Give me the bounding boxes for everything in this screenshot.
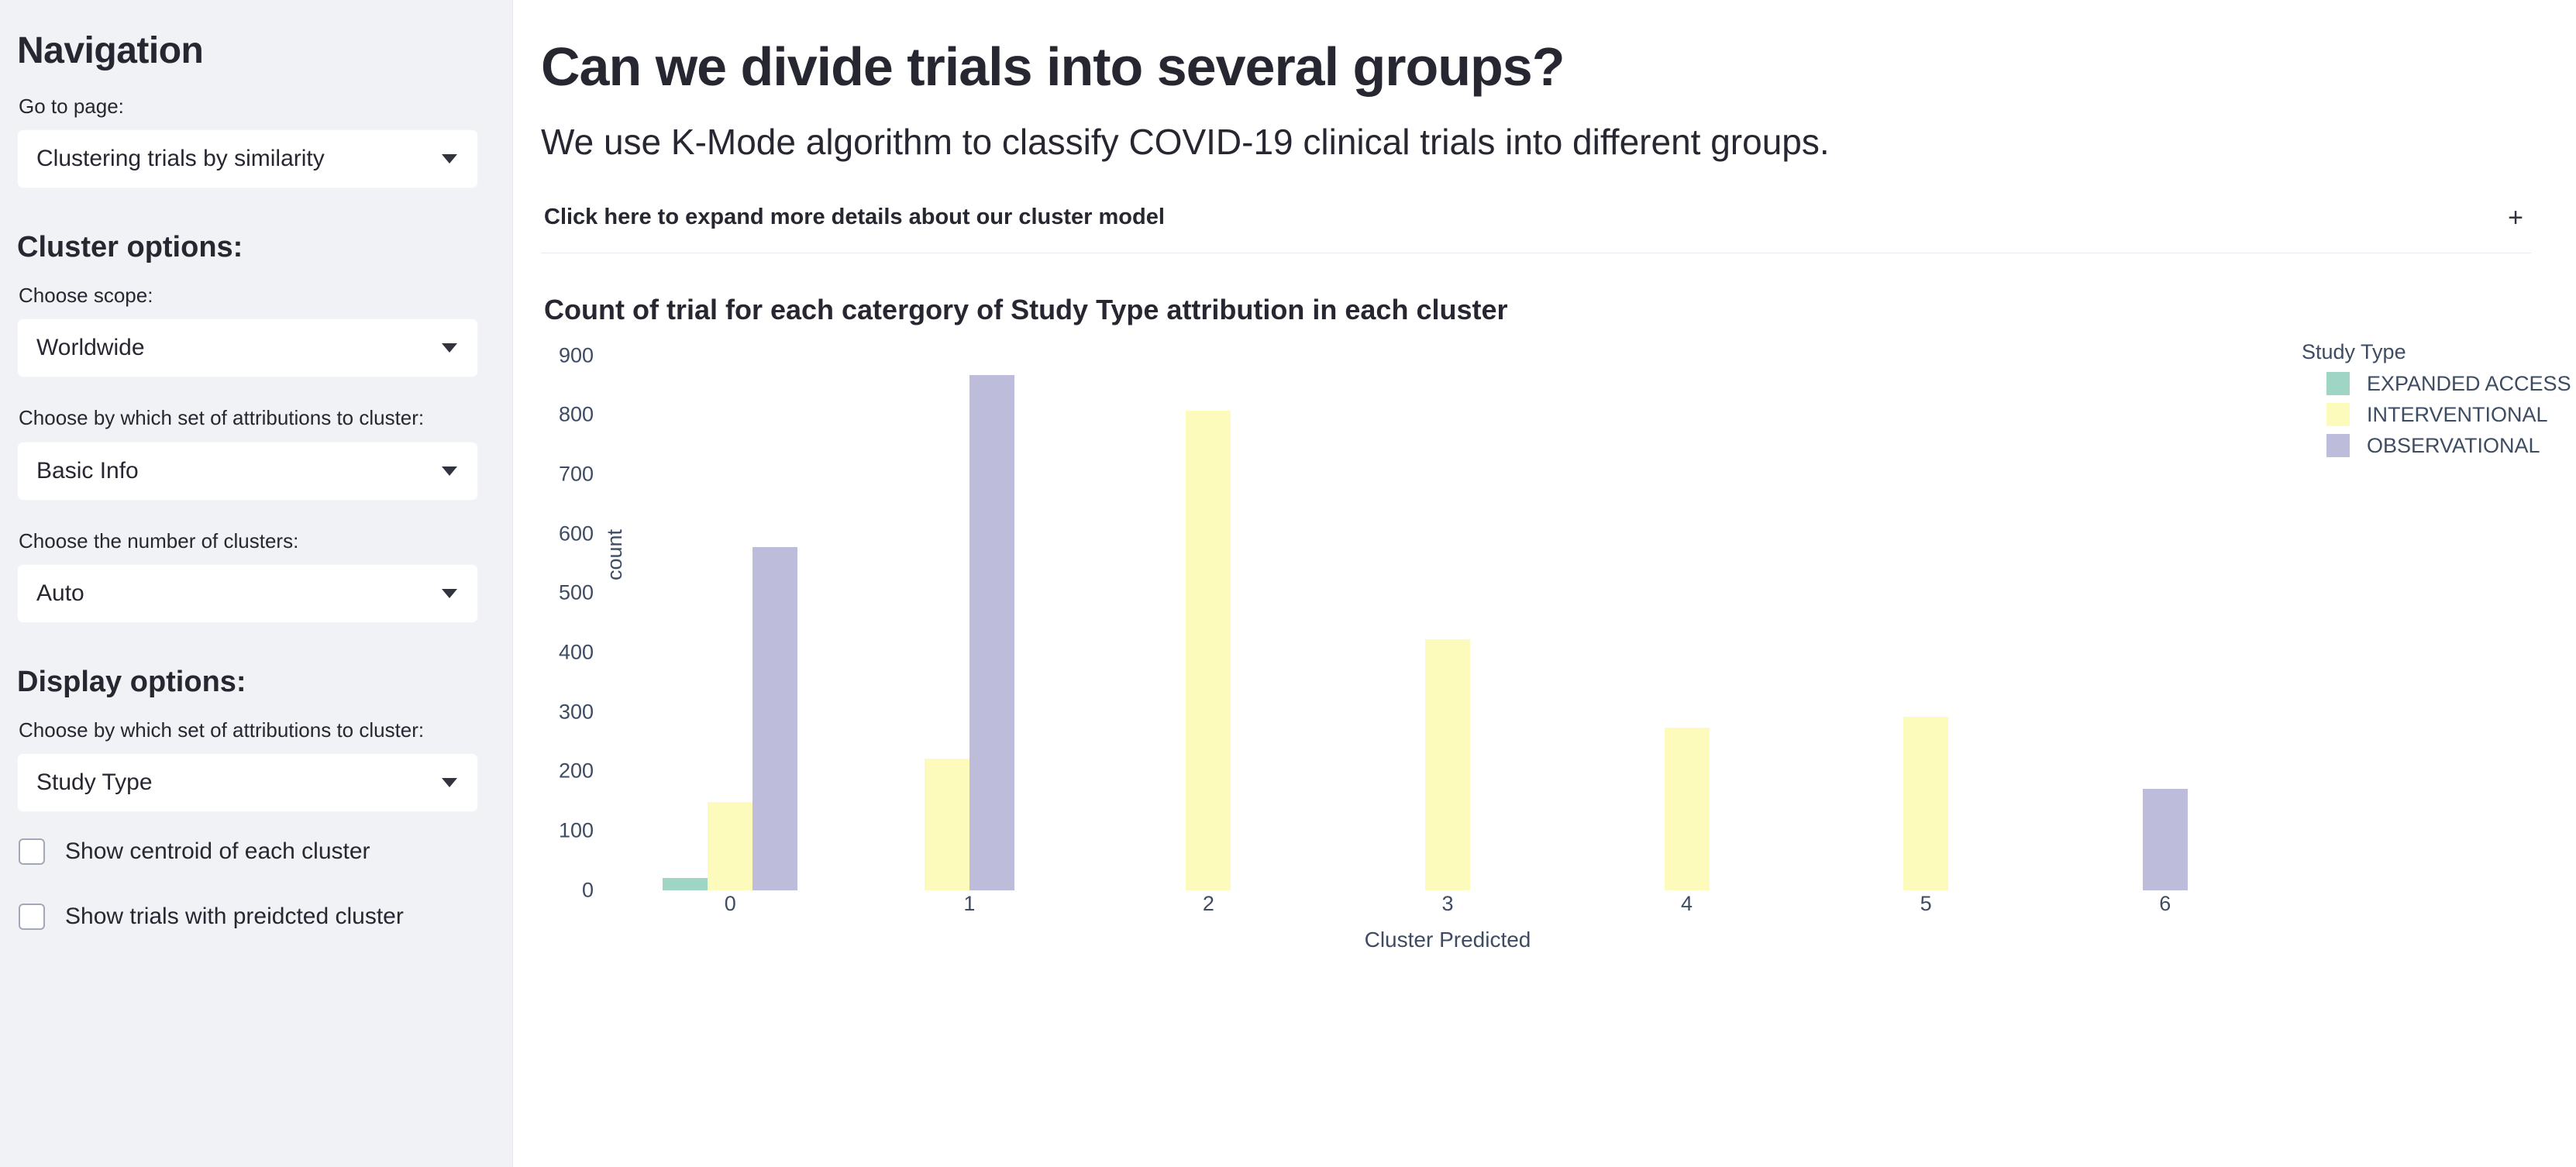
goto-page-label: Go to page:: [19, 94, 124, 118]
bar[interactable]: [969, 375, 1014, 890]
bar[interactable]: [1903, 716, 1949, 890]
x-axis-tick: 3: [1441, 891, 1454, 915]
chevron-down-icon: [442, 466, 457, 476]
chevron-down-icon: [442, 778, 457, 788]
display-attributions-value: Study Type: [36, 769, 153, 796]
goto-page-value: Clustering trials by similarity: [36, 146, 325, 172]
display-options-heading: Display options:: [17, 666, 246, 699]
cluster-attributions-value: Basic Info: [36, 457, 139, 484]
y-axis-tick: 0: [581, 878, 594, 902]
legend-item[interactable]: EXPANDED ACCESS: [2326, 372, 2571, 396]
show-centroid-checkbox-row[interactable]: Show centroid of each cluster: [19, 838, 478, 866]
bar[interactable]: [924, 758, 969, 890]
bar[interactable]: [663, 878, 708, 890]
y-axis-tick: 300: [558, 700, 594, 724]
x-axis-tick: 0: [724, 891, 736, 915]
x-axis-title: Cluster Predicted: [1364, 927, 1531, 952]
number-of-clusters-label: Choose the number of clusters:: [19, 528, 299, 553]
chart-plot-area: count 900 800 700 600 500 400 300 200 100 0 01234…: [559, 343, 2285, 952]
main-content: Can we divide trials into several groups…: [513, 0, 2576, 1167]
number-of-clusters-select[interactable]: Auto: [17, 564, 478, 624]
bar-group: [1806, 356, 2046, 890]
x-axis-tick: 4: [1681, 891, 1693, 915]
show-centroid-label: Show centroid of each cluster: [65, 838, 370, 865]
legend-item[interactable]: INTERVENTIONAL: [2326, 403, 2548, 427]
page-title: Can we divide trials into several groups…: [541, 36, 1565, 97]
display-attributions-select[interactable]: Study Type: [17, 753, 478, 813]
bar-group: [1567, 356, 1806, 890]
bar-group: [850, 356, 1090, 890]
bar[interactable]: [1186, 411, 1231, 890]
bar-group: [1328, 356, 1568, 890]
y-axis-tick: 900: [558, 343, 594, 367]
x-axis-tick: 2: [1202, 891, 1214, 915]
chart-legend: Study Type EXPANDED ACCESS INTERVENTIONAL…: [2300, 339, 2571, 465]
legend-swatch: [2326, 403, 2350, 427]
page-subtitle: We use K-Mode algorithm to classify COVI…: [541, 122, 1830, 162]
plus-icon[interactable]: +: [2508, 205, 2526, 231]
legend-label: INTERVENTIONAL: [2367, 402, 2548, 426]
choose-scope-value: Worldwide: [36, 335, 145, 361]
legend-swatch: [2326, 372, 2350, 396]
chevron-down-icon: [442, 589, 457, 599]
chart-bars: [611, 356, 2285, 890]
sidebar: Navigation Go to page: Clustering trials…: [0, 0, 513, 1167]
cluster-model-expander-label: Click here to expand more details about …: [544, 205, 1165, 230]
display-attributions-label: Choose by which set of attributions to c…: [19, 718, 425, 742]
y-axis-tick: 200: [558, 759, 594, 783]
chart-title: Count of trial for each catergory of Stu…: [544, 293, 1508, 325]
legend-label: OBSERVATIONAL: [2367, 433, 2540, 457]
app-root: Navigation Go to page: Clustering trials…: [0, 0, 2576, 1167]
y-axis-tick: 700: [558, 462, 594, 486]
bar[interactable]: [1664, 727, 1710, 890]
y-axis-tick: 100: [558, 818, 594, 842]
y-axis-tick: 600: [558, 522, 594, 546]
y-axis-tick: 800: [558, 402, 594, 426]
y-axis-tick: 500: [558, 580, 594, 604]
cluster-attributions-label: Choose by which set of attributions to c…: [19, 406, 425, 430]
bar-group: [1089, 356, 1328, 890]
x-axis-tick: 1: [963, 891, 976, 915]
chevron-down-icon: [442, 343, 457, 353]
bar[interactable]: [1424, 639, 1470, 890]
show-predicted-label: Show trials with preidcted cluster: [65, 904, 404, 930]
show-predicted-checkbox-row[interactable]: Show trials with preidcted cluster: [19, 904, 478, 931]
chevron-down-icon: [442, 154, 457, 164]
legend-title: Study Type: [2302, 339, 2406, 363]
number-of-clusters-value: Auto: [36, 580, 84, 607]
bar[interactable]: [2142, 788, 2188, 890]
show-predicted-checkbox[interactable]: [19, 904, 45, 931]
x-axis-tick: 6: [2159, 891, 2171, 915]
goto-page-select[interactable]: Clustering trials by similarity: [17, 129, 478, 189]
x-axis-tick: 5: [1920, 891, 1932, 915]
choose-scope-select[interactable]: Worldwide: [17, 318, 478, 378]
y-axis-tick: 400: [558, 640, 594, 664]
legend-item[interactable]: OBSERVATIONAL: [2326, 434, 2540, 458]
legend-items: EXPANDED ACCESS INTERVENTIONAL OBSERVATION…: [2300, 372, 2571, 458]
cluster-attributions-select[interactable]: Basic Info: [17, 441, 478, 501]
bar-group: [611, 356, 850, 890]
bar[interactable]: [752, 546, 798, 890]
bar-group: [2045, 356, 2285, 890]
legend-label: EXPANDED ACCESS: [2367, 371, 2571, 395]
choose-scope-label: Choose scope:: [19, 283, 153, 307]
sidebar-nav-heading: Navigation: [17, 30, 204, 71]
study-type-bar-chart: count 900 800 700 600 500 400 300 200 100 0 01234…: [541, 339, 2571, 960]
cluster-model-expander[interactable]: Click here to expand more details about …: [541, 186, 2531, 253]
cluster-options-heading: Cluster options:: [17, 231, 243, 264]
show-centroid-checkbox[interactable]: [19, 838, 45, 866]
bar[interactable]: [708, 802, 753, 890]
legend-swatch: [2326, 434, 2350, 458]
